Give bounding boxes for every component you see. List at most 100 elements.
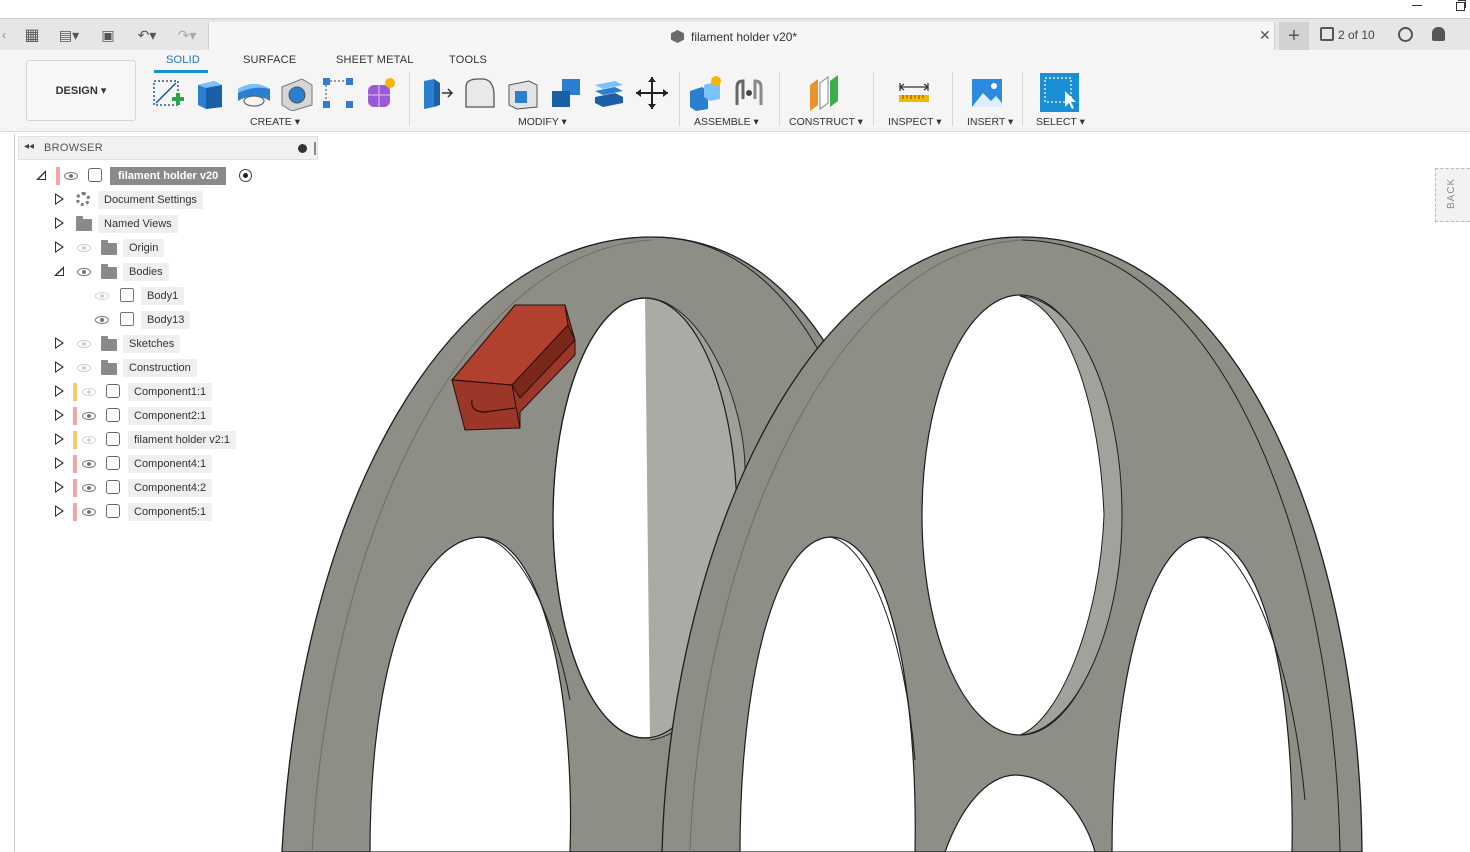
data-panel-grid-icon[interactable]: ▦ xyxy=(22,23,42,47)
browser-item-body13[interactable]: Body13 xyxy=(141,309,191,331)
visibility-eye-icon[interactable] xyxy=(82,412,96,420)
spool-hub[interactable] xyxy=(559,751,917,852)
view-cube[interactable]: BACK xyxy=(1435,168,1470,222)
browser-pin-icon[interactable] xyxy=(314,142,316,155)
expand-toggle[interactable] xyxy=(55,505,64,517)
move-copy-icon[interactable] xyxy=(634,75,670,111)
select-menu[interactable]: SELECT ▾ xyxy=(1036,116,1085,128)
tab-sheet-metal[interactable]: SHEET METAL xyxy=(336,54,414,66)
browser-item-label: Sketches xyxy=(123,335,181,353)
expand-toggle[interactable] xyxy=(55,337,64,349)
visibility-eye-icon[interactable] xyxy=(82,484,96,492)
wheel-back[interactable] xyxy=(281,236,931,852)
clock-icon[interactable] xyxy=(1398,27,1413,42)
fillet-icon[interactable] xyxy=(462,75,498,111)
expand-toggle[interactable] xyxy=(55,193,64,205)
chevron-left-icon[interactable]: ‹ xyxy=(0,23,8,47)
pattern-icon[interactable] xyxy=(320,75,356,111)
undo-icon[interactable]: ↶▾ xyxy=(132,23,162,47)
visibility-eye-icon[interactable] xyxy=(95,316,109,324)
browser-item-component5-1[interactable]: Component5:1 xyxy=(128,501,213,523)
offset-face-icon[interactable] xyxy=(591,75,627,111)
press-pull-icon[interactable] xyxy=(418,75,454,111)
expand-toggle[interactable] xyxy=(55,481,64,493)
new-tab-button[interactable]: + xyxy=(1279,22,1309,51)
browser-item-component1-1[interactable]: Component1:1 xyxy=(128,381,213,403)
browser-item-filament-holder-v2-1[interactable]: filament holder v2:1 xyxy=(128,429,236,451)
browser-item-origin[interactable]: Origin xyxy=(123,237,165,259)
joint-icon[interactable] xyxy=(731,75,767,111)
shell-icon[interactable] xyxy=(505,75,541,111)
browser-root-node[interactable]: filament holder v20 xyxy=(110,165,227,187)
browser-item-component4-1[interactable]: Component4:1 xyxy=(128,453,213,475)
new-component-icon[interactable] xyxy=(688,75,724,111)
browser-item-label: Body13 xyxy=(141,311,191,329)
assemble-menu[interactable]: ASSEMBLE ▾ xyxy=(694,116,759,128)
combine-icon[interactable] xyxy=(548,75,584,111)
browser-item-component2-1[interactable]: Component2:1 xyxy=(128,405,213,427)
measure-icon[interactable] xyxy=(896,75,932,111)
ribbon-divider xyxy=(952,72,953,126)
document-tab[interactable]: filament holder v20* ✕ xyxy=(208,22,1275,51)
browser-item-document-settings[interactable]: Document Settings xyxy=(98,189,203,211)
expand-toggle[interactable] xyxy=(54,266,64,276)
offset-plane-icon[interactable] xyxy=(806,75,842,111)
visibility-eye-icon[interactable] xyxy=(77,340,91,348)
tab-tools[interactable]: TOOLS xyxy=(449,54,487,66)
insert-image-icon[interactable] xyxy=(969,75,1005,111)
visibility-eye-icon[interactable] xyxy=(95,292,109,300)
browser-item-sketches[interactable]: Sketches xyxy=(123,333,181,355)
select-icon[interactable] xyxy=(1040,73,1079,112)
visibility-eye-icon[interactable] xyxy=(64,172,78,180)
visibility-eye-icon[interactable] xyxy=(77,364,91,372)
visibility-eye-icon[interactable] xyxy=(82,436,96,444)
expand-toggle[interactable] xyxy=(55,457,64,469)
tab-solid[interactable]: SOLID xyxy=(166,54,200,66)
browser-item-construction[interactable]: Construction xyxy=(123,357,197,379)
browser-minimize-icon[interactable] xyxy=(298,144,307,153)
redo-icon[interactable]: ↷▾ xyxy=(172,23,202,47)
browser-item-label: Component4:2 xyxy=(128,479,213,497)
browser-item-bodies[interactable]: Bodies xyxy=(123,261,169,283)
tab-surface[interactable]: SURFACE xyxy=(243,54,296,66)
expand-toggle[interactable] xyxy=(55,385,64,397)
construct-menu[interactable]: CONSTRUCT ▾ xyxy=(789,116,863,128)
modify-menu[interactable]: MODIFY ▾ xyxy=(518,116,567,128)
visibility-eye-icon[interactable] xyxy=(82,388,96,396)
insert-menu[interactable]: INSERT ▾ xyxy=(967,116,1013,128)
hole-icon[interactable] xyxy=(278,75,314,111)
visibility-eye-icon[interactable] xyxy=(82,508,96,516)
wheel-front[interactable] xyxy=(661,236,1363,852)
browser-item-body1[interactable]: Body1 xyxy=(141,285,185,307)
restore-icon[interactable] xyxy=(1454,0,1468,12)
create-sketch-icon[interactable] xyxy=(150,75,186,111)
visibility-eye-icon[interactable] xyxy=(77,268,91,276)
close-tab-icon[interactable]: ✕ xyxy=(1259,27,1271,44)
visibility-eye-icon[interactable] xyxy=(82,460,96,468)
expand-toggle[interactable] xyxy=(55,409,64,421)
red-clip-body[interactable] xyxy=(450,304,576,431)
extrude-icon[interactable] xyxy=(192,75,228,111)
workspace-switcher-button[interactable]: DESIGN ▾ xyxy=(26,60,136,121)
browser-item-named-views[interactable]: Named Views xyxy=(98,213,178,235)
job-status[interactable]: 2 of 10 xyxy=(1320,27,1375,42)
save-icon[interactable]: ▣ xyxy=(98,23,118,47)
inspect-menu[interactable]: INSPECT ▾ xyxy=(888,116,942,128)
minimize-icon[interactable] xyxy=(1410,0,1424,12)
create-menu[interactable]: CREATE ▾ xyxy=(250,116,300,128)
file-menu-icon[interactable]: ▤▾ xyxy=(54,23,84,47)
revolve-icon[interactable] xyxy=(236,75,272,111)
activate-radio-icon[interactable] xyxy=(239,169,252,182)
expand-toggle[interactable] xyxy=(55,217,64,229)
expand-toggle[interactable] xyxy=(55,433,64,445)
create-form-icon[interactable] xyxy=(362,75,398,111)
expand-toggle-root[interactable] xyxy=(36,170,46,180)
expand-toggle[interactable] xyxy=(55,241,64,253)
expand-toggle[interactable] xyxy=(55,361,64,373)
active-tab-indicator xyxy=(154,70,208,73)
folder-icon xyxy=(101,336,117,351)
collapse-browser-icon[interactable]: ◂◂ xyxy=(24,141,34,152)
notifications-bell-icon[interactable] xyxy=(1432,27,1445,41)
visibility-eye-icon[interactable] xyxy=(77,244,91,252)
browser-item-component4-2[interactable]: Component4:2 xyxy=(128,477,213,499)
